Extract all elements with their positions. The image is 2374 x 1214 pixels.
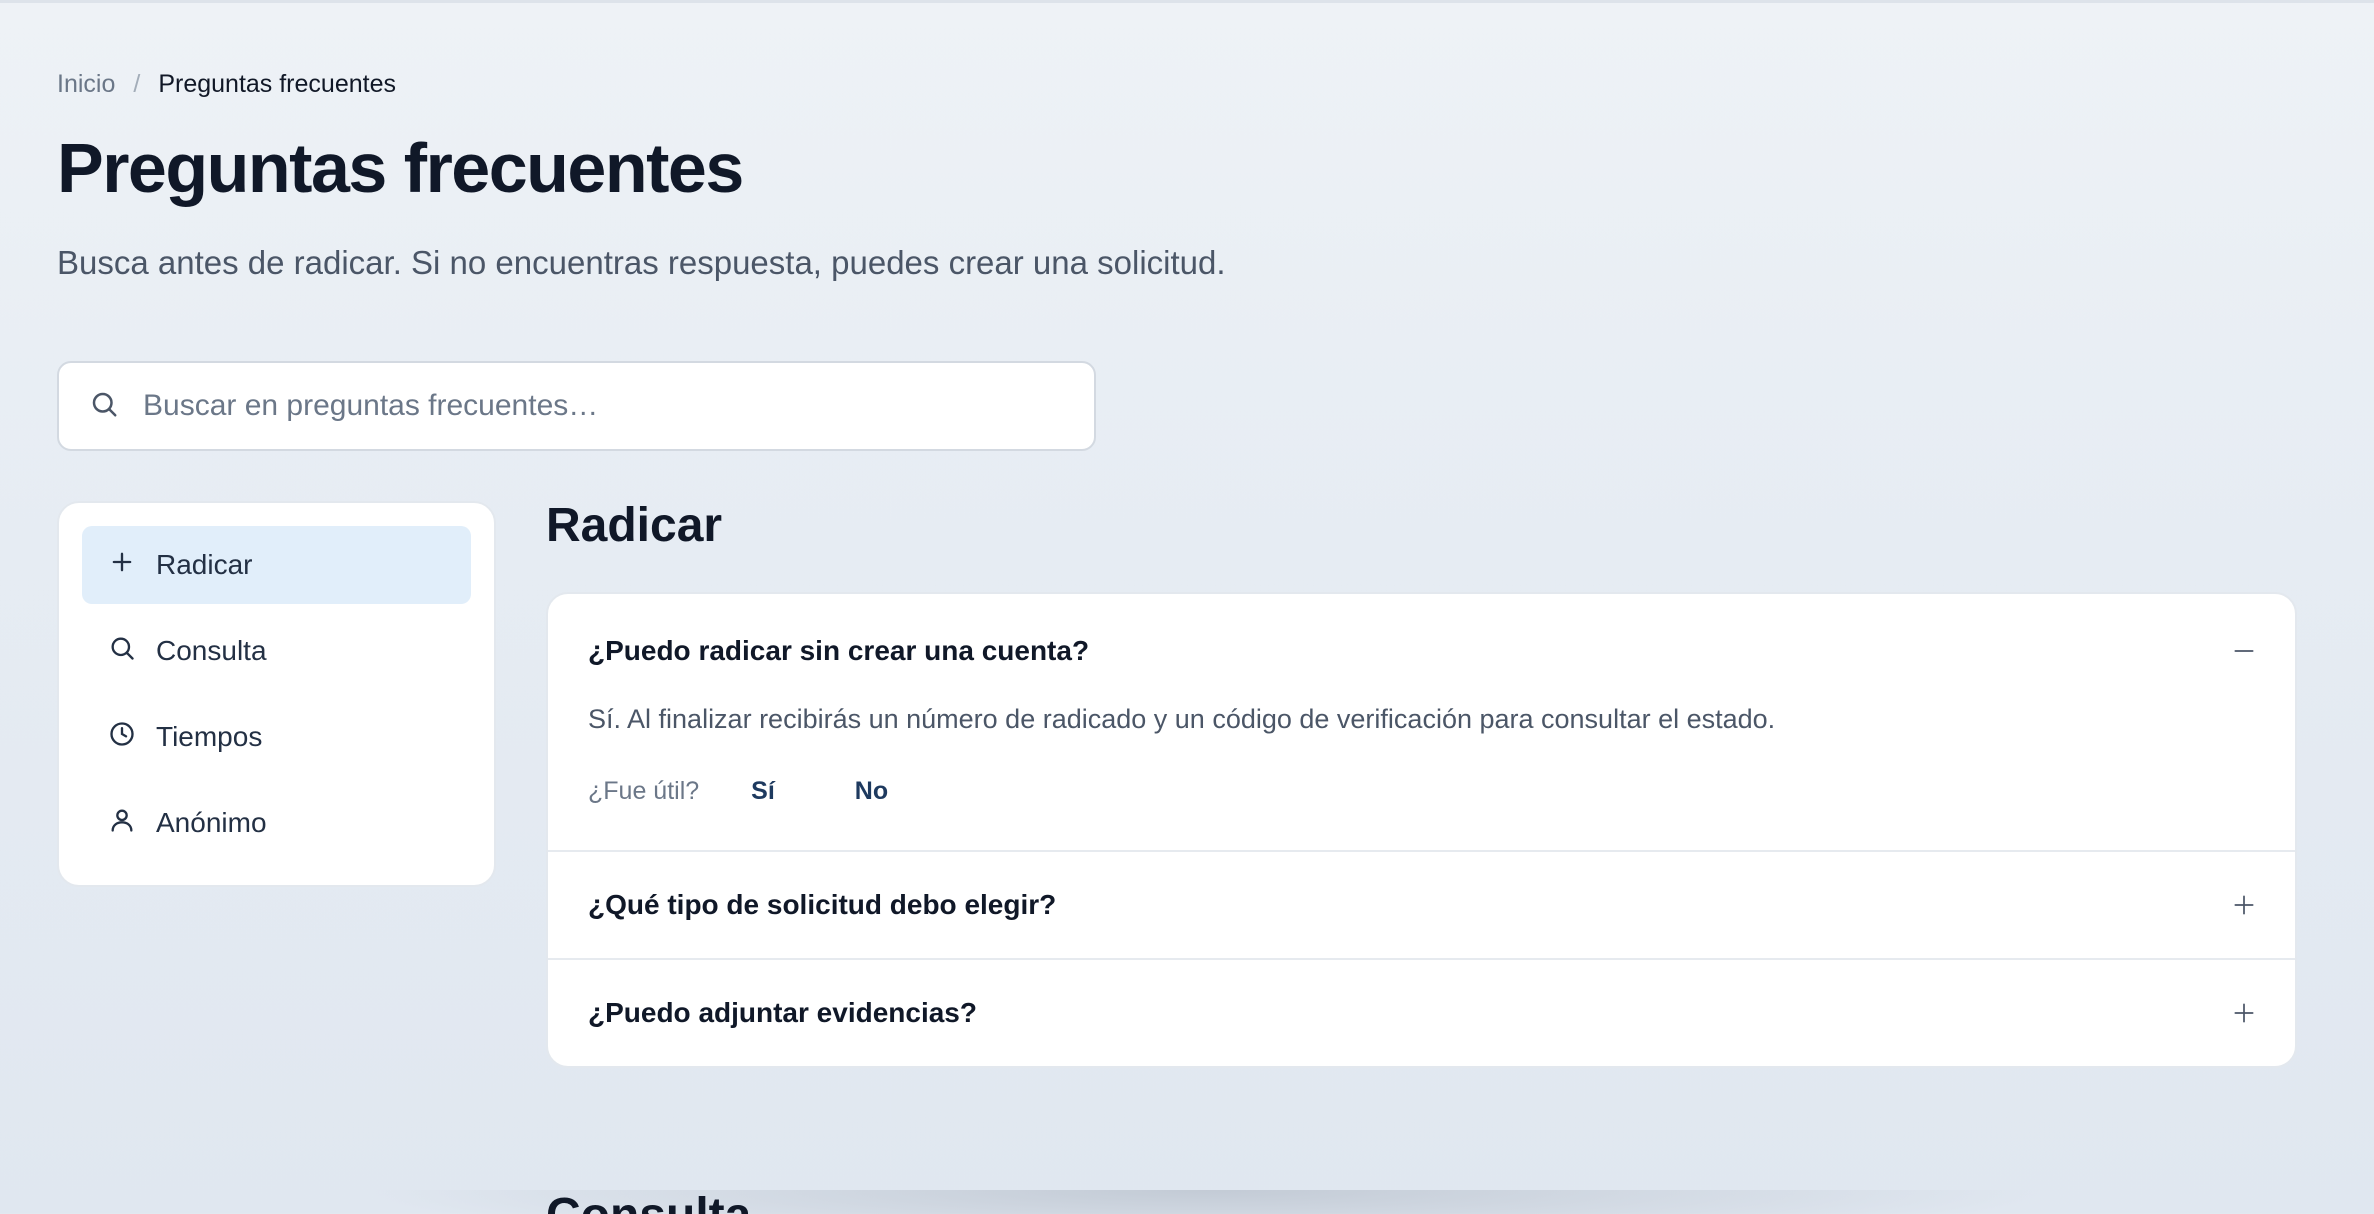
user-icon bbox=[108, 806, 136, 841]
faq-question-toggle[interactable]: ¿Qué tipo de solicitud debo elegir? bbox=[548, 852, 2295, 958]
sidebar-item-tiempos[interactable]: Tiempos bbox=[82, 698, 471, 776]
breadcrumb-home-link[interactable]: Inicio bbox=[57, 70, 115, 99]
feedback-label: ¿Fue útil? bbox=[588, 777, 700, 806]
section-title: Radicar bbox=[546, 499, 723, 552]
clock-icon bbox=[108, 720, 136, 755]
next-section-title: Consulta bbox=[546, 1188, 751, 1214]
sidebar-item-label: Radicar bbox=[156, 549, 253, 580]
category-sidebar: Radicar Consulta Tiempos Anónimo bbox=[57, 501, 496, 887]
faq-answer: Sí. Al finalizar recibirás un número de … bbox=[588, 704, 1776, 734]
top-border bbox=[0, 0, 2374, 3]
feedback-yes-button[interactable]: Sí bbox=[751, 777, 775, 806]
sidebar-item-radicar[interactable]: Radicar bbox=[82, 526, 471, 604]
faq-question-toggle[interactable]: ¿Puedo radicar sin crear una cuenta? bbox=[548, 594, 2295, 702]
search-icon bbox=[108, 634, 136, 669]
breadcrumb-current: Preguntas frecuentes bbox=[158, 70, 396, 98]
plus-icon[interactable] bbox=[2231, 892, 2257, 918]
plus-icon bbox=[108, 548, 136, 583]
feedback-no-button[interactable]: No bbox=[855, 777, 888, 806]
faq-list: ¿Puedo radicar sin crear una cuenta? Sí.… bbox=[546, 592, 2297, 1069]
faq-item: ¿Puedo adjuntar evidencias? bbox=[548, 960, 2295, 1066]
minus-icon[interactable] bbox=[2231, 638, 2257, 664]
faq-question: ¿Qué tipo de solicitud debo elegir? bbox=[588, 889, 1057, 921]
faq-question: ¿Puedo radicar sin crear una cuenta? bbox=[588, 635, 1090, 666]
faq-question-toggle[interactable]: ¿Puedo adjuntar evidencias? bbox=[548, 960, 2295, 1066]
search-icon bbox=[89, 389, 119, 424]
page-title: Preguntas frecuentes bbox=[57, 129, 744, 207]
faq-item: ¿Qué tipo de solicitud debo elegir? bbox=[548, 852, 2295, 961]
search-box[interactable] bbox=[57, 361, 1096, 451]
search-input[interactable] bbox=[143, 389, 1043, 423]
sidebar-item-label: Anónimo bbox=[156, 807, 267, 838]
breadcrumb: Inicio / Preguntas frecuentes bbox=[57, 70, 396, 99]
sidebar-item-anonimo[interactable]: Anónimo bbox=[82, 784, 471, 862]
sidebar-item-consulta[interactable]: Consulta bbox=[82, 612, 471, 690]
faq-item: ¿Puedo radicar sin crear una cuenta? Sí.… bbox=[548, 594, 2295, 853]
feedback-row: ¿Fue útil? Sí No bbox=[548, 737, 2295, 850]
page-subtitle: Busca antes de radicar. Si no encuentras… bbox=[57, 244, 1226, 281]
sidebar-item-label: Tiempos bbox=[156, 721, 263, 752]
faq-question: ¿Puedo adjuntar evidencias? bbox=[588, 997, 977, 1029]
plus-icon[interactable] bbox=[2231, 1000, 2257, 1026]
sidebar-item-label: Consulta bbox=[156, 635, 267, 666]
breadcrumb-separator: / bbox=[133, 70, 141, 98]
